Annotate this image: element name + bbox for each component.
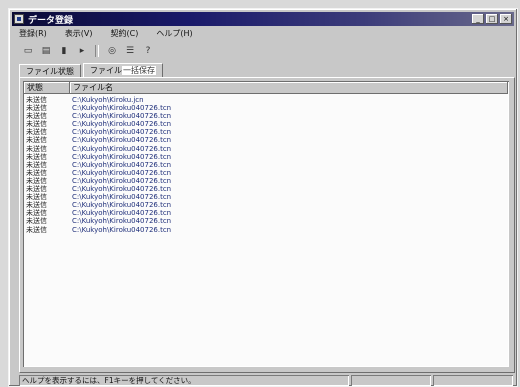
status-pane-2 <box>351 375 431 386</box>
menu-bar: 登録(R) 表示(V) 契約(C) ヘルプ(H) <box>19 28 193 40</box>
file-list[interactable]: 状態 ファイル名 未送信 C:\Kukyoh\Kiroku.jcn 未送信 C:\Ku… <box>23 81 509 367</box>
table-row[interactable]: 未送信 C:\Kukyoh\Kiroku040726.tcn <box>26 209 506 217</box>
tab-file-status-label: ファイル状態 <box>26 67 74 76</box>
tab-panel: 状態 ファイル名 未送信 C:\Kukyoh\Kiroku.jcn 未送信 C:\Ku… <box>19 77 515 373</box>
row-filename: C:\Kukyoh\Kiroku040726.tcn <box>72 185 172 194</box>
row-status: 未送信 <box>26 160 47 169</box>
tab-batch-save-highlight: 一括保存 <box>122 66 156 75</box>
row-filename: C:\Kukyoh\Kiroku040726.tcn <box>72 217 172 226</box>
table-row[interactable]: 未送信 C:\Kukyoh\Kiroku040726.tcn <box>26 177 506 185</box>
table-row[interactable]: 未送信 C:\Kukyoh\Kiroku040726.tcn <box>26 145 506 153</box>
row-status: 未送信 <box>26 96 47 104</box>
list-rows: 未送信 C:\Kukyoh\Kiroku.jcn 未送信 C:\Kukyoh\Kiro… <box>26 96 506 234</box>
toolbar: ▭ ▤ ▮ ▸ ◎ ☰ ? <box>21 43 155 59</box>
row-status: 未送信 <box>26 225 47 234</box>
row-filename: C:\Kukyoh\Kiroku040726.tcn <box>72 176 172 185</box>
row-status: 未送信 <box>26 168 47 177</box>
row-status: 未送信 <box>26 152 47 161</box>
row-filename: C:\Kukyoh\Kiroku040726.tcn <box>72 144 172 153</box>
minimize-button[interactable]: _ <box>472 14 484 24</box>
row-status: 未送信 <box>26 193 47 202</box>
row-filename: C:\Kukyoh\Kiroku040726.tcn <box>72 112 172 121</box>
menu-view[interactable]: 表示(V) <box>65 28 93 40</box>
status-pane-3 <box>433 375 513 386</box>
column-header-status[interactable]: 状態 <box>24 82 70 94</box>
table-row[interactable]: 未送信 C:\Kukyoh\Kiroku040726.tcn <box>26 112 506 120</box>
help-icon[interactable]: ? <box>141 44 155 58</box>
table-row[interactable]: 未送信 C:\Kukyoh\Kiroku040726.tcn <box>26 120 506 128</box>
table-row[interactable]: 未送信 C:\Kukyoh\Kiroku040726.tcn <box>26 201 506 209</box>
close-button[interactable]: × <box>500 14 512 24</box>
search-icon[interactable]: ◎ <box>105 44 119 58</box>
table-row[interactable]: 未送信 C:\Kukyoh\Kiroku040726.tcn <box>26 153 506 161</box>
window-title: データ登録 <box>28 16 74 26</box>
status-message: ヘルプを表示するには、F1キーを押してください。 <box>19 375 349 386</box>
tab-batch-save[interactable]: ファイル一括保存 <box>83 63 163 78</box>
maximize-button[interactable]: □ <box>486 14 498 24</box>
row-status: 未送信 <box>26 217 47 226</box>
row-filename: C:\Kukyoh\Kiroku.jcn <box>72 96 144 104</box>
row-filename: C:\Kukyoh\Kiroku040726.tcn <box>72 152 172 161</box>
toolbar-separator <box>95 45 99 57</box>
new-icon[interactable]: ▭ <box>21 44 35 58</box>
status-bar: ヘルプを表示するには、F1キーを押してください。 <box>19 375 513 386</box>
list-header: 状態 ファイル名 <box>24 82 508 94</box>
menu-register[interactable]: 登録(R) <box>19 28 47 40</box>
table-row[interactable]: 未送信 C:\Kukyoh\Kiroku.jcn <box>26 96 506 104</box>
column-header-filename[interactable]: ファイル名 <box>70 82 508 94</box>
app-icon[interactable] <box>14 14 24 24</box>
table-row[interactable]: 未送信 C:\Kukyoh\Kiroku040726.tcn <box>26 104 506 112</box>
main-window: データ登録 _ □ × 登録(R) 表示(V) 契約(C) ヘルプ(H) ▭ ▤… <box>8 8 518 387</box>
table-row[interactable]: 未送信 C:\Kukyoh\Kiroku040726.tcn <box>26 193 506 201</box>
row-status: 未送信 <box>26 104 47 113</box>
tab-batch-save-label: ファイル <box>90 66 122 75</box>
row-filename: C:\Kukyoh\Kiroku040726.tcn <box>72 104 172 113</box>
row-status: 未送信 <box>26 185 47 194</box>
row-filename: C:\Kukyoh\Kiroku040726.tcn <box>72 160 172 169</box>
row-status: 未送信 <box>26 176 47 185</box>
tab-file-status[interactable]: ファイル状態 <box>19 64 81 78</box>
row-filename: C:\Kukyoh\Kiroku040726.tcn <box>72 128 172 137</box>
menu-help[interactable]: ヘルプ(H) <box>156 28 192 40</box>
table-row[interactable]: 未送信 C:\Kukyoh\Kiroku040726.tcn <box>26 161 506 169</box>
row-filename: C:\Kukyoh\Kiroku040726.tcn <box>72 209 172 218</box>
row-status: 未送信 <box>26 144 47 153</box>
row-status: 未送信 <box>26 136 47 145</box>
table-row[interactable]: 未送信 C:\Kukyoh\Kiroku040726.tcn <box>26 226 506 234</box>
row-filename: C:\Kukyoh\Kiroku040726.tcn <box>72 168 172 177</box>
menu-contract[interactable]: 契約(C) <box>111 28 139 40</box>
title-bar[interactable]: データ登録 _ □ × <box>12 12 514 26</box>
table-row[interactable]: 未送信 C:\Kukyoh\Kiroku040726.tcn <box>26 217 506 225</box>
table-row[interactable]: 未送信 C:\Kukyoh\Kiroku040726.tcn <box>26 128 506 136</box>
table-row[interactable]: 未送信 C:\Kukyoh\Kiroku040726.tcn <box>26 185 506 193</box>
table-row[interactable]: 未送信 C:\Kukyoh\Kiroku040726.tcn <box>26 136 506 144</box>
row-filename: C:\Kukyoh\Kiroku040726.tcn <box>72 136 172 145</box>
row-filename: C:\Kukyoh\Kiroku040726.tcn <box>72 120 172 129</box>
arrow-icon[interactable]: ▸ <box>75 44 89 58</box>
list-icon[interactable]: ☰ <box>123 44 137 58</box>
save-icon[interactable]: ▮ <box>57 44 71 58</box>
open-icon[interactable]: ▤ <box>39 44 53 58</box>
tab-strip: ファイル状態 ファイル一括保存 <box>19 63 165 78</box>
row-filename: C:\Kukyoh\Kiroku040726.tcn <box>72 201 172 210</box>
row-filename: C:\Kukyoh\Kiroku040726.tcn <box>72 193 172 202</box>
table-row[interactable]: 未送信 C:\Kukyoh\Kiroku040726.tcn <box>26 169 506 177</box>
row-filename: C:\Kukyoh\Kiroku040726.tcn <box>72 225 172 234</box>
